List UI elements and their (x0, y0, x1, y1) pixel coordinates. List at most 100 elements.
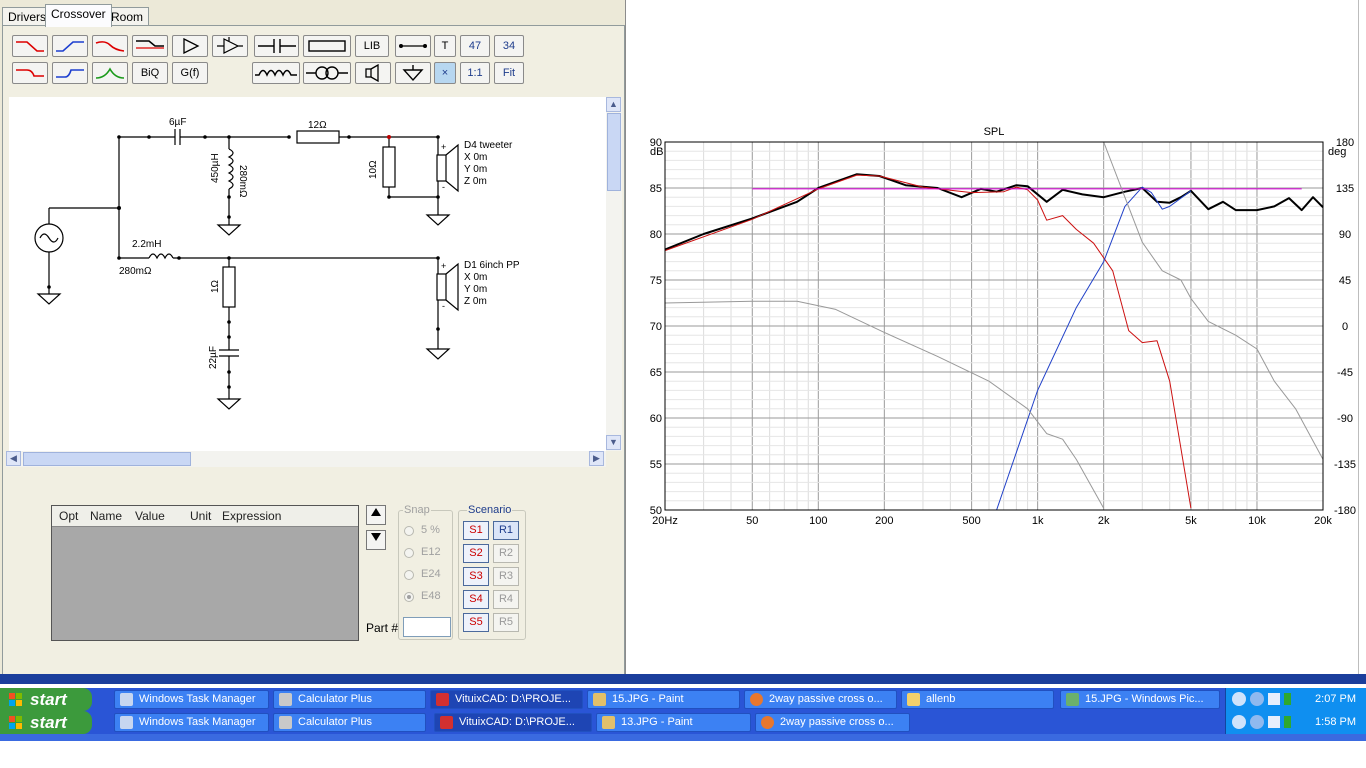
y2-tick-label: 90 (1339, 229, 1351, 241)
delete-button[interactable]: × (434, 62, 456, 84)
lowpass3-red-button[interactable] (12, 62, 48, 84)
scenario-s5-button[interactable]: S5 (463, 613, 489, 632)
font-size-47-button[interactable]: 47 (460, 35, 490, 57)
tray-network-icon[interactable] (1250, 715, 1264, 729)
parameter-table[interactable]: Opt Name Value Unit Expression (51, 505, 359, 641)
start-button[interactable]: start (0, 688, 92, 711)
scenario-r1-button[interactable]: R1 (493, 521, 519, 540)
scenario-r2-button[interactable]: R2 (493, 544, 519, 563)
task-picture-viewer[interactable]: 15.JPG - Windows Pic... (1060, 690, 1220, 709)
biquad-button[interactable]: BiQ (132, 62, 168, 84)
lowpass2-red-button[interactable] (92, 35, 128, 57)
zoom-1to1-button[interactable]: 1:1 (460, 62, 490, 84)
calculator-icon (279, 693, 292, 706)
capacitor-button[interactable] (254, 35, 299, 57)
resistor-button[interactable] (303, 35, 351, 57)
calculator-icon (279, 716, 292, 729)
col-name: Name (90, 509, 123, 523)
task-label: VituixCAD: D:\PROJE... (459, 716, 575, 728)
tray-monitor-icon[interactable] (1268, 693, 1280, 705)
zoom-fit-button[interactable]: Fit (494, 62, 524, 84)
scenario-s4-button[interactable]: S4 (463, 590, 489, 609)
ground-button[interactable] (395, 62, 431, 84)
scenario-r5-button[interactable]: R5 (493, 613, 519, 632)
lowpass-red-button[interactable] (12, 35, 48, 57)
vituixcad-icon (440, 716, 453, 729)
highpass2-blue-button[interactable] (52, 62, 88, 84)
task-label: Windows Task Manager (139, 716, 256, 728)
task-vituixcad[interactable]: VituixCAD: D:\PROJE... (430, 690, 583, 709)
opamp-button[interactable] (212, 35, 248, 57)
x-tick-label: 5k (1185, 515, 1197, 527)
move-up-button[interactable] (366, 505, 386, 525)
snap-e12-radio[interactable] (404, 548, 414, 558)
y2-tick-label: 135 (1336, 183, 1354, 195)
snap-e48-radio[interactable] (404, 592, 414, 602)
task-calculator-plus[interactable]: Calculator Plus (273, 690, 426, 709)
snap-5pct-radio[interactable] (404, 526, 414, 536)
clock[interactable]: 2:07 PM (1315, 688, 1356, 711)
text-button[interactable]: T (434, 35, 456, 57)
inductor-button[interactable] (252, 62, 300, 84)
start-label: start (30, 690, 67, 709)
task-paint-13[interactable]: 13.JPG - Paint (596, 713, 751, 732)
vertical-scroll-thumb[interactable] (607, 113, 621, 191)
task-label: Windows Task Manager (139, 693, 256, 705)
l1-resistance-label: 280mΩ (237, 165, 248, 198)
schematic-horizontal-scrollbar[interactable]: ◀ ▶ (6, 451, 606, 467)
transformer-button[interactable] (303, 62, 351, 84)
task-vituixcad-2[interactable]: VituixCAD: D:\PROJE... (434, 713, 592, 732)
tray-battery-icon[interactable] (1284, 693, 1291, 705)
woofer-y: Y 0m (464, 284, 487, 295)
snap-e24-radio[interactable] (404, 570, 414, 580)
wire-button[interactable] (395, 35, 431, 57)
task-label: 15.JPG - Paint (612, 693, 684, 705)
task-windows-task-manager-2[interactable]: Windows Task Manager (114, 713, 269, 732)
scroll-down-icon[interactable]: ▼ (606, 435, 621, 450)
bandpass-green-button[interactable] (92, 62, 128, 84)
tab-crossover[interactable]: Crossover (45, 4, 112, 27)
library-button[interactable]: LIB (355, 35, 389, 57)
tray-monitor-icon[interactable] (1268, 716, 1280, 728)
task-firefox[interactable]: 2way passive cross o... (744, 690, 897, 709)
scenario-s1-button[interactable]: S1 (463, 521, 489, 540)
buffer-triangle-icon (183, 38, 200, 54)
tray-expand-icon[interactable] (1232, 692, 1246, 706)
scenario-s2-button[interactable]: S2 (463, 544, 489, 563)
schematic-canvas[interactable]: 6µF 12Ω 450µH 280mΩ 10Ω D4 tweeter X 0m … (9, 97, 606, 451)
spl-chart[interactable]: 20Hz 50 100 200 500 1k 2k 5k 10k 20k9085807570656… (634, 0, 1358, 674)
tray-expand-icon[interactable] (1232, 715, 1246, 729)
start-button-2[interactable]: start (0, 711, 92, 734)
scroll-left-icon[interactable]: ◀ (6, 451, 21, 466)
driver-button[interactable] (355, 62, 391, 84)
scenario-r4-button[interactable]: R4 (493, 590, 519, 609)
font-size-34-button[interactable]: 34 (494, 35, 524, 57)
scroll-right-icon[interactable]: ▶ (589, 451, 604, 466)
x-tick-label: 10k (1248, 515, 1266, 527)
shelf-black-button[interactable] (132, 35, 168, 57)
tray-battery-icon[interactable] (1284, 716, 1291, 728)
task-paint-15[interactable]: 15.JPG - Paint (587, 690, 740, 709)
task-firefox-2[interactable]: 2way passive cross o... (755, 713, 910, 732)
tray-network-icon[interactable] (1250, 692, 1264, 706)
scroll-up-icon[interactable]: ▲ (606, 97, 621, 112)
bandpass-green-icon (95, 67, 125, 79)
y-tick-label: 75 (650, 275, 662, 287)
spl-chart-area: 20Hz 50 100 200 500 1k 2k 5k 10k 20k 90 85 80 75 70 65 6… (634, 0, 1358, 674)
task-windows-task-manager[interactable]: Windows Task Manager (114, 690, 269, 709)
y-tick-label: 85 (650, 183, 662, 195)
opamp-icon (217, 37, 243, 54)
buffer-button[interactable] (172, 35, 208, 57)
task-folder-allenb[interactable]: allenb (901, 690, 1054, 709)
task-calculator-plus-2[interactable]: Calculator Plus (273, 713, 426, 732)
part-number-input[interactable] (403, 617, 451, 637)
move-down-button[interactable] (366, 530, 386, 550)
scenario-r3-button[interactable]: R3 (493, 567, 519, 586)
highpass-blue-button[interactable] (52, 35, 88, 57)
clock-2[interactable]: 1:58 PM (1315, 711, 1356, 734)
horizontal-scroll-thumb[interactable] (23, 452, 191, 466)
arrow-down-icon (371, 533, 381, 541)
transfer-function-button[interactable]: G(f) (172, 62, 208, 84)
scenario-s3-button[interactable]: S3 (463, 567, 489, 586)
schematic-vertical-scrollbar[interactable]: ▲ ▼ (606, 97, 622, 451)
